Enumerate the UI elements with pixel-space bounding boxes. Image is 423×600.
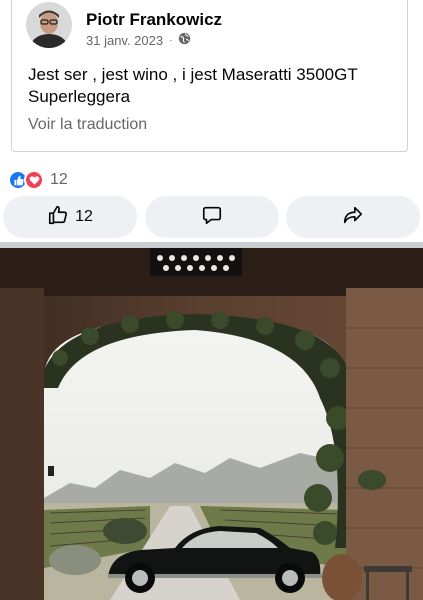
reactions-summary[interactable]: 12	[8, 170, 68, 190]
post-meta: 31 janv. 2023 ·	[86, 32, 191, 48]
post-photo[interactable]	[0, 248, 423, 600]
see-translation-link[interactable]: Voir la traduction	[28, 116, 147, 134]
shared-post-card[interactable]: Piotr Frankowicz 31 janv. 2023 · Jest se…	[11, 0, 408, 152]
thumbs-up-icon	[47, 204, 69, 231]
love-icon	[24, 170, 44, 190]
share-button[interactable]	[286, 196, 420, 238]
like-count: 12	[75, 208, 93, 225]
post-date[interactable]: 31 janv. 2023	[86, 33, 163, 48]
meta-separator: ·	[169, 34, 173, 46]
action-bar: 12	[0, 196, 423, 240]
share-icon	[342, 204, 364, 231]
globe-icon	[178, 32, 191, 48]
post-text: Jest ser , jest wino , i jest Maseratti …	[28, 65, 358, 106]
like-button[interactable]: 12	[3, 196, 137, 238]
reaction-count: 12	[50, 171, 68, 188]
author-avatar[interactable]	[26, 2, 72, 48]
comment-icon	[201, 204, 223, 231]
comment-button[interactable]	[145, 196, 279, 238]
author-name[interactable]: Piotr Frankowicz	[86, 10, 222, 30]
